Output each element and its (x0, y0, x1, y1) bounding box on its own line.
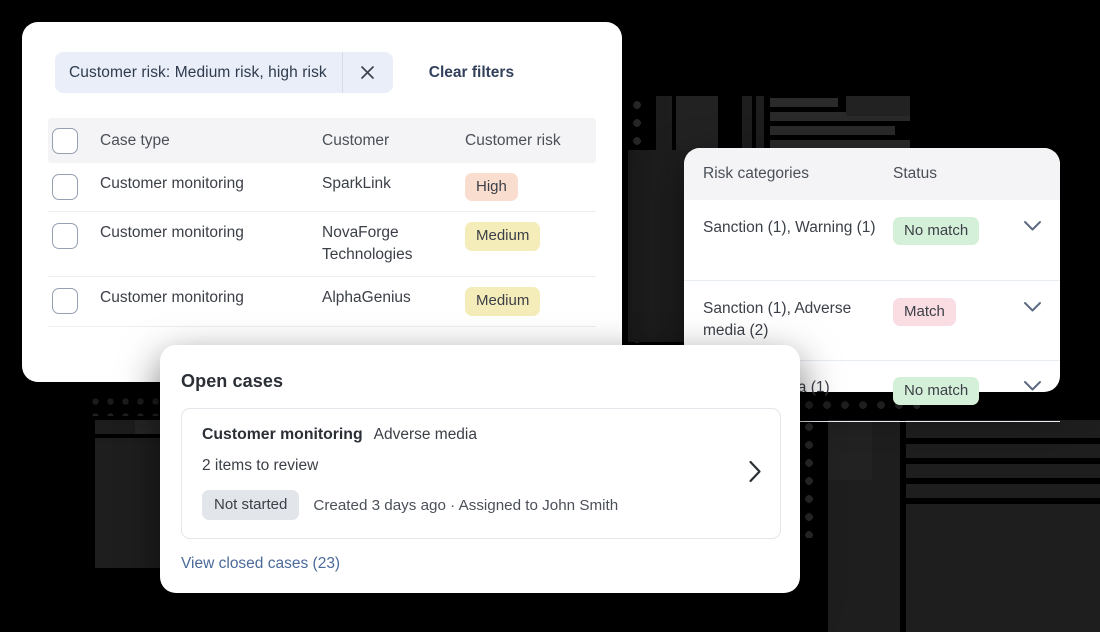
filter-chip-label: Customer risk: Medium risk, high risk (69, 63, 327, 81)
row-select-cell (48, 173, 100, 200)
column-header-risk-categories: Risk categories (703, 164, 809, 182)
deco-panel-right-7 (906, 504, 1100, 632)
status-badge: Match (893, 298, 956, 327)
row-select-cell (48, 222, 100, 250)
open-case-items-to-review: 2 items to review (202, 457, 319, 474)
cell-customer: SparkLink (322, 175, 391, 192)
cell-case-type: Customer monitoring (100, 175, 244, 192)
risk-badge: Medium (465, 222, 541, 251)
open-cases-card: Open cases Customer monitoring Adverse m… (160, 345, 800, 593)
deco-panel-right-6 (906, 484, 1100, 498)
table-header-row: Case type Customer Customer risk (48, 118, 596, 163)
deco-panel-right-2 (828, 420, 872, 480)
chevron-down-icon[interactable] (1010, 217, 1054, 232)
cell-customer-risk: Medium (465, 222, 596, 251)
cell-risk-categories: Sanction (1), Warning (1) (703, 219, 876, 236)
cell-case-type: Customer monitoring (100, 224, 244, 242)
close-icon[interactable] (343, 52, 393, 93)
column-header-case-type: Case type (100, 131, 170, 149)
row-checkbox[interactable] (52, 223, 78, 250)
chevron-down-icon[interactable] (1010, 377, 1054, 392)
view-closed-cases-link[interactable]: View closed cases (23) (160, 539, 800, 573)
clear-filters-button[interactable]: Clear filters (429, 64, 514, 82)
cell-status: No match (893, 377, 1010, 406)
deco-panel-top-2 (676, 96, 718, 156)
table-bottom-divider (48, 325, 596, 327)
status-badge: No match (893, 377, 980, 406)
cell-customer-risk: Medium (465, 287, 596, 316)
cases-table-card: Customer risk: Medium risk, high risk Cl… (22, 22, 622, 382)
deco-panel-right-3 (906, 420, 1100, 438)
column-header-status: Status (893, 165, 937, 182)
table-row[interactable]: Customer monitoring AlphaGenius Medium (48, 276, 596, 325)
row-checkbox[interactable] (52, 174, 78, 200)
deco-skeleton-bar-3 (770, 126, 895, 135)
open-case-category: Adverse media (373, 426, 477, 443)
chevron-down-icon[interactable] (1010, 298, 1054, 313)
deco-dot-grid-right-2 (800, 418, 822, 538)
deco-panel-top-3 (742, 96, 752, 156)
filter-chip-customer-risk[interactable]: Customer risk: Medium risk, high risk (55, 52, 393, 93)
cell-customer: AlphaGenius (322, 289, 411, 307)
cell-customer-risk: High (465, 173, 596, 202)
open-case-meta-row: Not started Created 3 days ago · Assigne… (202, 490, 760, 520)
row-checkbox[interactable] (52, 288, 78, 315)
select-all-cell (48, 127, 100, 154)
risk-row[interactable]: Sanction (1), Warning (1) No match (684, 200, 1060, 280)
deco-panel-top-4 (756, 96, 764, 156)
filter-bar: Customer risk: Medium risk, high risk Cl… (22, 22, 622, 93)
open-case-meta: Created 3 days ago · Assigned to John Sm… (313, 496, 619, 514)
open-case-heading: Customer monitoring Adverse media (202, 426, 760, 444)
cell-status: Match (893, 298, 1010, 327)
open-case-item[interactable]: Customer monitoring Adverse media 2 item… (181, 408, 781, 539)
table-row[interactable]: Customer monitoring SparkLink High (48, 163, 596, 211)
row-select-cell (48, 287, 100, 315)
open-case-type: Customer monitoring (202, 426, 363, 443)
risk-table-header-row: Risk categories Status (684, 148, 1060, 200)
status-badge: No match (893, 217, 980, 246)
risk-badge: Medium (465, 287, 541, 316)
select-all-checkbox[interactable] (52, 128, 78, 154)
column-header-customer-risk: Customer risk (465, 131, 561, 149)
deco-panel-mid (628, 150, 688, 342)
table-row[interactable]: Customer monitoring NovaForge Technologi… (48, 211, 596, 276)
chevron-right-icon[interactable] (748, 460, 762, 488)
cases-table: Case type Customer Customer risk Custome… (48, 118, 596, 327)
deco-panel-right-5 (906, 464, 1100, 478)
cell-case-type: Customer monitoring (100, 289, 244, 307)
open-cases-title: Open cases (181, 371, 284, 391)
cell-customer: NovaForge Technologies (322, 224, 413, 264)
deco-panel-top-5 (846, 96, 910, 116)
risk-badge: High (465, 173, 518, 202)
cell-status: No match (893, 217, 1010, 246)
status-badge: Not started (202, 490, 300, 520)
deco-panel-right-4 (906, 444, 1100, 458)
column-header-customer: Customer (322, 131, 390, 149)
cell-risk-categories: Sanction (1), Adverse media (2) (703, 300, 852, 340)
deco-skeleton-bar-1 (770, 98, 838, 107)
